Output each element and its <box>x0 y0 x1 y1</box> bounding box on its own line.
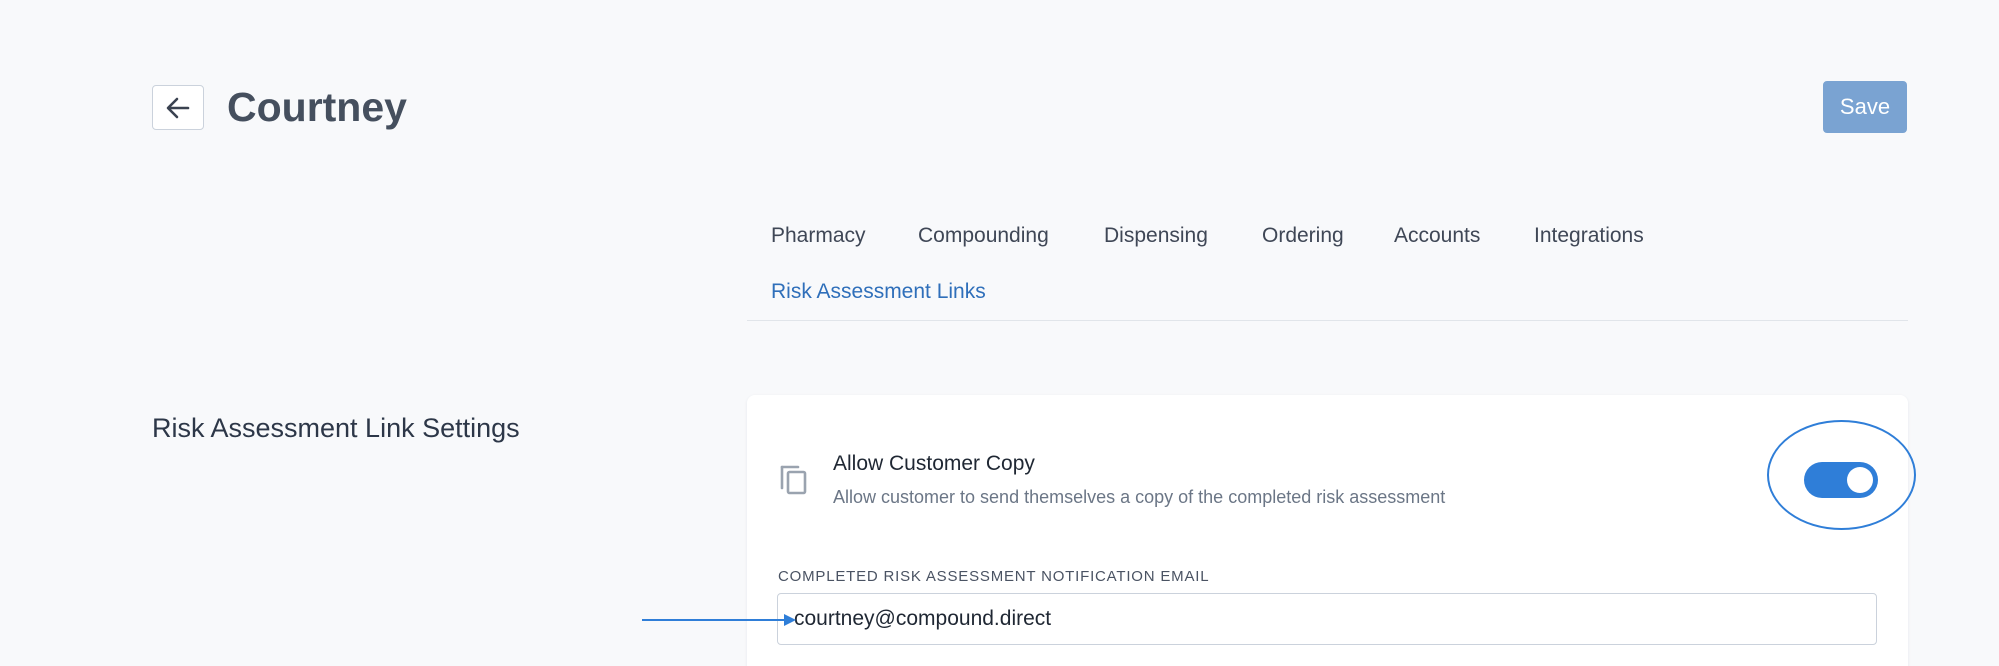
allow-customer-copy-description: Allow customer to send themselves a copy… <box>833 487 1446 507</box>
tab-integrations[interactable]: Integrations <box>1534 222 1644 250</box>
back-button[interactable] <box>152 85 204 130</box>
toggle-knob <box>1847 467 1873 493</box>
tab-compounding[interactable]: Compounding <box>918 222 1049 250</box>
save-button[interactable]: Save <box>1823 81 1907 133</box>
tab-pharmacy[interactable]: Pharmacy <box>771 222 866 250</box>
tab-ordering[interactable]: Ordering <box>1262 222 1344 250</box>
allow-customer-copy-toggle[interactable] <box>1804 462 1878 498</box>
copy-icon <box>780 465 807 495</box>
pointer-arrow-annotation <box>642 614 796 626</box>
notification-email-label: COMPLETED RISK ASSESSMENT NOTIFICATION E… <box>778 568 1210 585</box>
settings-tabs: Pharmacy Compounding Dispensing Ordering… <box>747 207 1908 321</box>
notification-email-input[interactable] <box>777 593 1877 645</box>
arrow-left-icon <box>166 97 190 118</box>
section-heading: Risk Assessment Link Settings <box>152 413 520 443</box>
tab-dispensing[interactable]: Dispensing <box>1104 222 1208 250</box>
tab-accounts[interactable]: Accounts <box>1394 222 1480 250</box>
page-title: Courtney <box>227 84 407 130</box>
allow-customer-copy-title: Allow Customer Copy <box>833 452 1035 475</box>
tab-risk-assessment-links[interactable]: Risk Assessment Links <box>771 278 986 306</box>
settings-page: Courtney Save Pharmacy Compounding Dispe… <box>0 0 1999 666</box>
